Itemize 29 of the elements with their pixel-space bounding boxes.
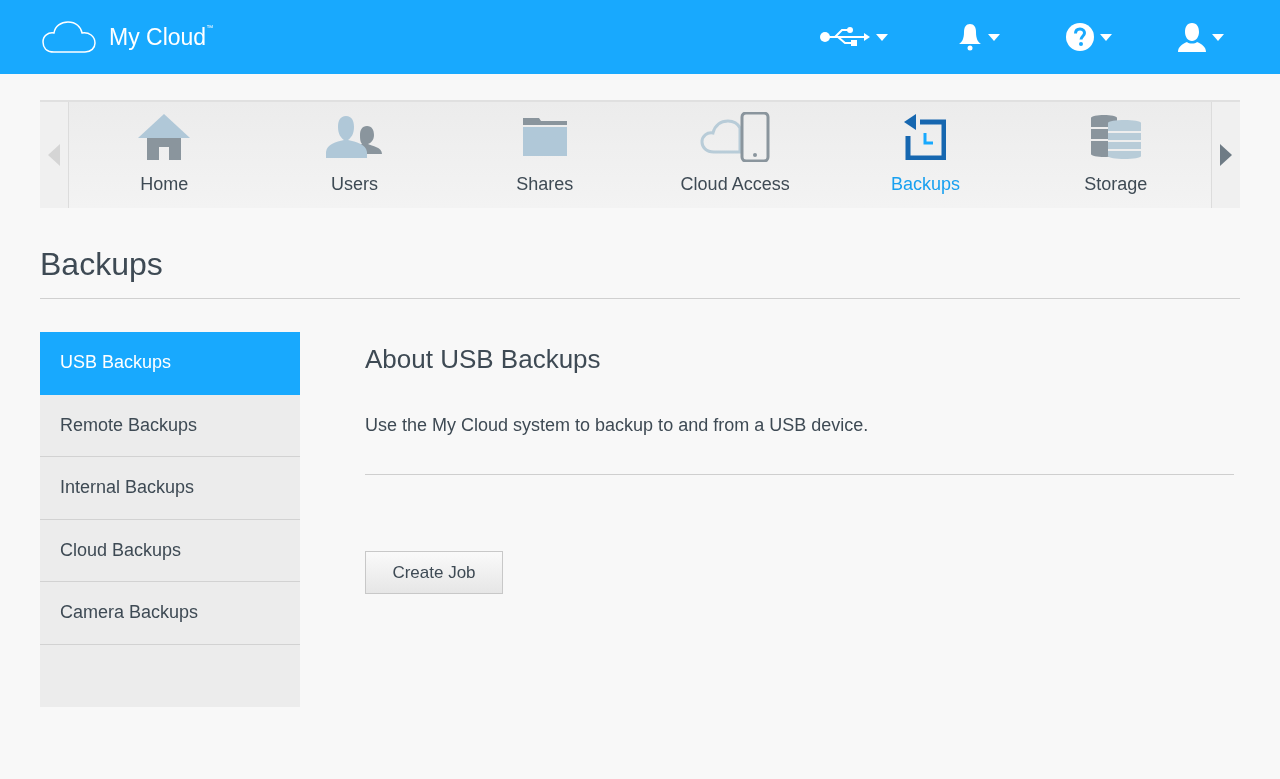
- logo-text: My Cloud$^{™}$: [109, 23, 214, 51]
- right-arrow-icon: [1220, 144, 1232, 166]
- caret-icon: [876, 33, 888, 41]
- users-icon: [326, 116, 383, 158]
- backup-clock-icon: [904, 114, 947, 160]
- description-text: Use the My Cloud system to backup to and from a USB device.: [365, 415, 870, 436]
- left-arrow-icon: [48, 144, 60, 166]
- caret-icon: [1212, 33, 1224, 41]
- usb-icon: [820, 26, 870, 48]
- folder-icon: [522, 118, 567, 156]
- caret-icon: [988, 33, 1000, 41]
- nav-tab[interactable]: Users: [259, 102, 450, 208]
- page-title: Backups: [40, 246, 164, 282]
- cloud-logo-icon: [41, 20, 97, 54]
- user-icon: [1178, 22, 1206, 52]
- nav-tab[interactable]: Cloud Access: [640, 102, 831, 208]
- house-icon: [138, 114, 191, 160]
- bell-icon: [958, 23, 982, 51]
- cloud-phone-icon: [700, 112, 771, 162]
- scroll-left-button[interactable]: [40, 102, 69, 208]
- nav-tab[interactable]: Storage: [1020, 102, 1211, 208]
- database-icon: [1090, 114, 1141, 160]
- help-icon: [1066, 23, 1094, 51]
- scroll-right-button[interactable]: [1211, 102, 1240, 208]
- caret-icon: [1100, 33, 1112, 41]
- nav-tab[interactable]: Shares: [449, 102, 640, 208]
- nav-tab[interactable]: Home: [69, 102, 260, 208]
- section-heading: About USB Backups: [365, 344, 602, 375]
- create-job-button[interactable]: Create Job: [365, 551, 503, 594]
